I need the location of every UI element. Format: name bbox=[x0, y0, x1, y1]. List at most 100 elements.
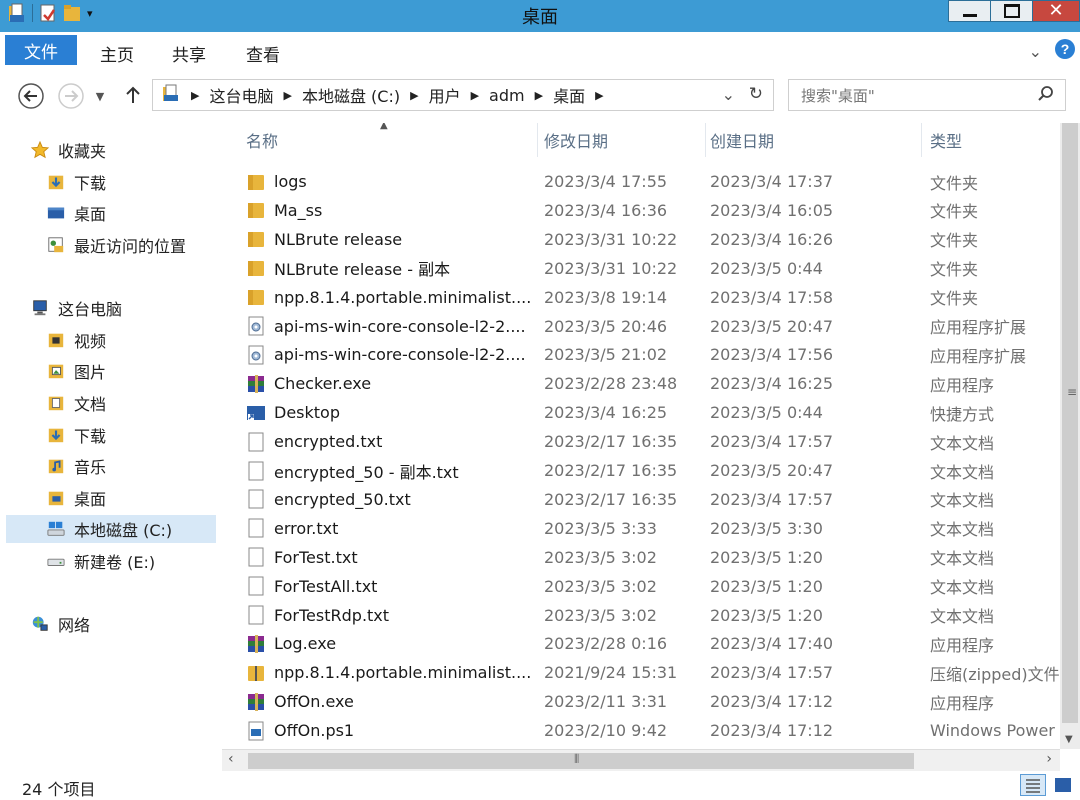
minimize-button[interactable] bbox=[948, 0, 992, 22]
file-row[interactable]: NLBrute release 2023/3/31 10:22 2023/3/4 1… bbox=[222, 225, 1060, 254]
breadcrumb-chevron-icon[interactable]: ▶ bbox=[471, 89, 479, 102]
nav-item-new-volume-e[interactable]: 新建卷 (E:) bbox=[46, 547, 155, 575]
file-name-cell[interactable]: OffOn.exe bbox=[246, 687, 536, 716]
file-row[interactable]: ForTestRdp.txt 2023/3/5 3:02 2023/3/5 1:20… bbox=[222, 601, 1060, 630]
file-name-cell[interactable]: Ma_ss bbox=[246, 196, 536, 225]
file-row[interactable]: Ma_ss 2023/3/4 16:36 2023/3/4 16:05 文件夹 bbox=[222, 196, 1060, 225]
nav-network[interactable]: 网络 bbox=[30, 610, 90, 638]
address-history-icon[interactable]: ⌄ bbox=[722, 85, 735, 104]
breadcrumb-desktop[interactable]: 桌面 bbox=[553, 83, 585, 107]
file-row[interactable]: ForTestAll.txt 2023/3/5 3:02 2023/3/5 1:20… bbox=[222, 572, 1060, 601]
file-row[interactable]: npp.8.1.4.portable.minimalist.... 2021/9/… bbox=[222, 658, 1060, 687]
column-name[interactable]: 名称 bbox=[242, 123, 538, 157]
breadcrumb-chevron-icon[interactable]: ▶ bbox=[191, 89, 199, 102]
text-file-icon bbox=[246, 605, 266, 625]
file-row[interactable]: encrypted_50.txt 2023/2/17 16:35 2023/3/4 … bbox=[222, 485, 1060, 514]
file-name-cell[interactable]: NLBrute release bbox=[246, 225, 536, 254]
file-name-cell[interactable]: logs bbox=[246, 167, 536, 196]
file-name-cell[interactable]: encrypted.txt bbox=[246, 427, 536, 456]
breadcrumb-chevron-icon[interactable]: ▶ bbox=[595, 89, 603, 102]
dll-icon bbox=[246, 345, 266, 365]
file-created: 2023/3/5 0:44 bbox=[710, 258, 823, 278]
column-created[interactable]: 创建日期 bbox=[706, 123, 922, 157]
file-name-cell[interactable]: ForTest.txt bbox=[246, 543, 536, 572]
file-name-cell[interactable]: api-ms-win-core-console-l2-2.... bbox=[246, 312, 536, 341]
breadcrumb-this-pc[interactable]: 这台电脑 bbox=[209, 83, 273, 107]
file-name-cell[interactable]: npp.8.1.4.portable.minimalist.... bbox=[246, 658, 536, 687]
file-row[interactable]: OffOn.exe 2023/2/11 3:31 2023/3/4 17:12 应用程… bbox=[222, 687, 1060, 716]
file-row[interactable]: api-ms-win-core-console-l2-2.... 2023/3/5… bbox=[222, 312, 1060, 341]
scroll-left-icon[interactable]: ‹ bbox=[228, 751, 234, 767]
file-name-cell[interactable]: encrypted_50 - 副本.txt bbox=[246, 456, 536, 485]
file-row[interactable]: Checker.exe 2023/2/28 23:48 2023/3/4 16:25… bbox=[222, 369, 1060, 398]
file-name-cell[interactable]: ForTestAll.txt bbox=[246, 572, 536, 601]
tab-share[interactable]: 共享 bbox=[172, 41, 206, 66]
breadcrumb-chevron-icon[interactable]: ▶ bbox=[535, 89, 543, 102]
file-row[interactable]: ForTest.txt 2023/3/5 3:02 2023/3/5 1:20 文本文… bbox=[222, 543, 1060, 572]
nav-item-downloads[interactable]: 下载 bbox=[46, 168, 106, 196]
scroll-right-icon[interactable]: › bbox=[1046, 751, 1052, 767]
nav-item-desktop-pc[interactable]: 桌面 bbox=[46, 484, 106, 512]
forward-button[interactable] bbox=[56, 81, 86, 111]
vertical-scrollbar[interactable]: ≡ ▼ bbox=[1060, 123, 1080, 749]
file-row[interactable]: error.txt 2023/3/5 3:33 2023/3/5 3:30 文本文档 bbox=[222, 514, 1060, 543]
file-name-cell[interactable]: api-ms-win-core-console-l2-2.... bbox=[246, 340, 536, 369]
file-row[interactable]: Desktop 2023/3/4 16:25 2023/3/5 0:44 快捷方式 bbox=[222, 398, 1060, 427]
tab-view[interactable]: 查看 bbox=[246, 41, 280, 66]
search-icon[interactable] bbox=[1037, 85, 1055, 107]
vertical-scroll-thumb[interactable]: ≡ bbox=[1062, 123, 1078, 723]
file-name-cell[interactable]: NLBrute release - 副本 bbox=[246, 254, 536, 283]
file-name-cell[interactable]: npp.8.1.4.portable.minimalist.... bbox=[246, 283, 536, 312]
file-name-cell[interactable]: Desktop bbox=[246, 398, 536, 427]
file-name-cell[interactable]: encrypted_50.txt bbox=[246, 485, 536, 514]
back-button[interactable] bbox=[16, 81, 46, 111]
column-modified[interactable]: 修改日期 bbox=[540, 123, 706, 157]
status-bar: 24 个项目 bbox=[0, 771, 1080, 799]
file-name-cell[interactable]: Log.exe bbox=[246, 629, 536, 658]
tab-home[interactable]: 主页 bbox=[100, 41, 134, 66]
nav-item-videos[interactable]: 视频 bbox=[46, 326, 106, 354]
refresh-icon[interactable]: ↻ bbox=[749, 84, 763, 104]
scroll-down-icon[interactable]: ▼ bbox=[1065, 734, 1073, 745]
breadcrumb-chevron-icon[interactable]: ▶ bbox=[283, 89, 291, 102]
nav-item-music[interactable]: 音乐 bbox=[46, 452, 106, 480]
nav-item-local-disk-c[interactable]: 本地磁盘 (C:) bbox=[6, 515, 216, 543]
file-name-cell[interactable]: error.txt bbox=[246, 514, 536, 543]
close-button[interactable]: ✕ bbox=[1032, 0, 1080, 22]
file-row[interactable]: npp.8.1.4.portable.minimalist.... 2023/3/… bbox=[222, 283, 1060, 312]
search-input[interactable]: 搜索"桌面" bbox=[788, 79, 1066, 111]
file-row[interactable]: OffOn.ps1 2023/2/10 9:42 2023/3/4 17:12 Win… bbox=[222, 716, 1060, 745]
column-type[interactable]: 类型 bbox=[926, 123, 1060, 157]
details-view-button[interactable] bbox=[1020, 774, 1046, 796]
tab-file[interactable]: 文件 bbox=[5, 35, 77, 65]
address-bar[interactable]: ▶ 这台电脑 ▶ 本地磁盘 (C:) ▶ 用户 ▶ adm ▶ 桌面 ▶ ⌄ ↻ bbox=[152, 79, 774, 111]
file-row[interactable]: NLBrute release - 副本 2023/3/31 10:22 2023/… bbox=[222, 254, 1060, 283]
nav-item-downloads-pc[interactable]: 下载 bbox=[46, 421, 106, 449]
file-row[interactable]: Log.exe 2023/2/28 0:16 2023/3/4 17:40 应用程序 bbox=[222, 629, 1060, 658]
file-name-cell[interactable]: ForTestRdp.txt bbox=[246, 601, 536, 630]
file-row[interactable]: encrypted_50 - 副本.txt 2023/2/17 16:35 2023… bbox=[222, 456, 1060, 485]
large-icons-view-button[interactable] bbox=[1050, 774, 1076, 796]
file-row[interactable]: logs 2023/3/4 17:55 2023/3/4 17:37 文件夹 bbox=[222, 167, 1060, 196]
nav-this-pc[interactable]: 这台电脑 bbox=[30, 294, 122, 322]
expand-ribbon-icon[interactable]: ⌄ bbox=[1029, 42, 1042, 61]
nav-favorites[interactable]: 收藏夹 bbox=[30, 136, 106, 164]
breadcrumb-users[interactable]: 用户 bbox=[429, 83, 461, 107]
horizontal-scroll-thumb[interactable]: ⦀ bbox=[248, 752, 914, 769]
recent-locations-icon[interactable]: ▼ bbox=[92, 85, 108, 107]
file-name-cell[interactable]: OffOn.ps1 bbox=[246, 716, 536, 745]
breadcrumb-local-disk[interactable]: 本地磁盘 (C:) bbox=[302, 83, 400, 107]
help-icon[interactable]: ? bbox=[1054, 38, 1076, 64]
file-name-cell[interactable]: Checker.exe bbox=[246, 369, 536, 398]
nav-item-documents[interactable]: 文档 bbox=[46, 389, 106, 417]
horizontal-scrollbar[interactable]: ‹ ⦀ › bbox=[222, 749, 1060, 772]
file-row[interactable]: encrypted.txt 2023/2/17 16:35 2023/3/4 17:… bbox=[222, 427, 1060, 456]
nav-item-desktop[interactable]: 桌面 bbox=[46, 199, 106, 227]
nav-item-pictures[interactable]: 图片 bbox=[46, 357, 106, 385]
breadcrumb-adm[interactable]: adm bbox=[489, 86, 525, 105]
nav-item-recent-places[interactable]: 最近访问的位置 bbox=[46, 231, 186, 259]
up-button[interactable] bbox=[122, 83, 144, 107]
breadcrumb-chevron-icon[interactable]: ▶ bbox=[410, 89, 418, 102]
maximize-button[interactable] bbox=[990, 0, 1034, 22]
file-row[interactable]: api-ms-win-core-console-l2-2.... 2023/3/5… bbox=[222, 340, 1060, 369]
